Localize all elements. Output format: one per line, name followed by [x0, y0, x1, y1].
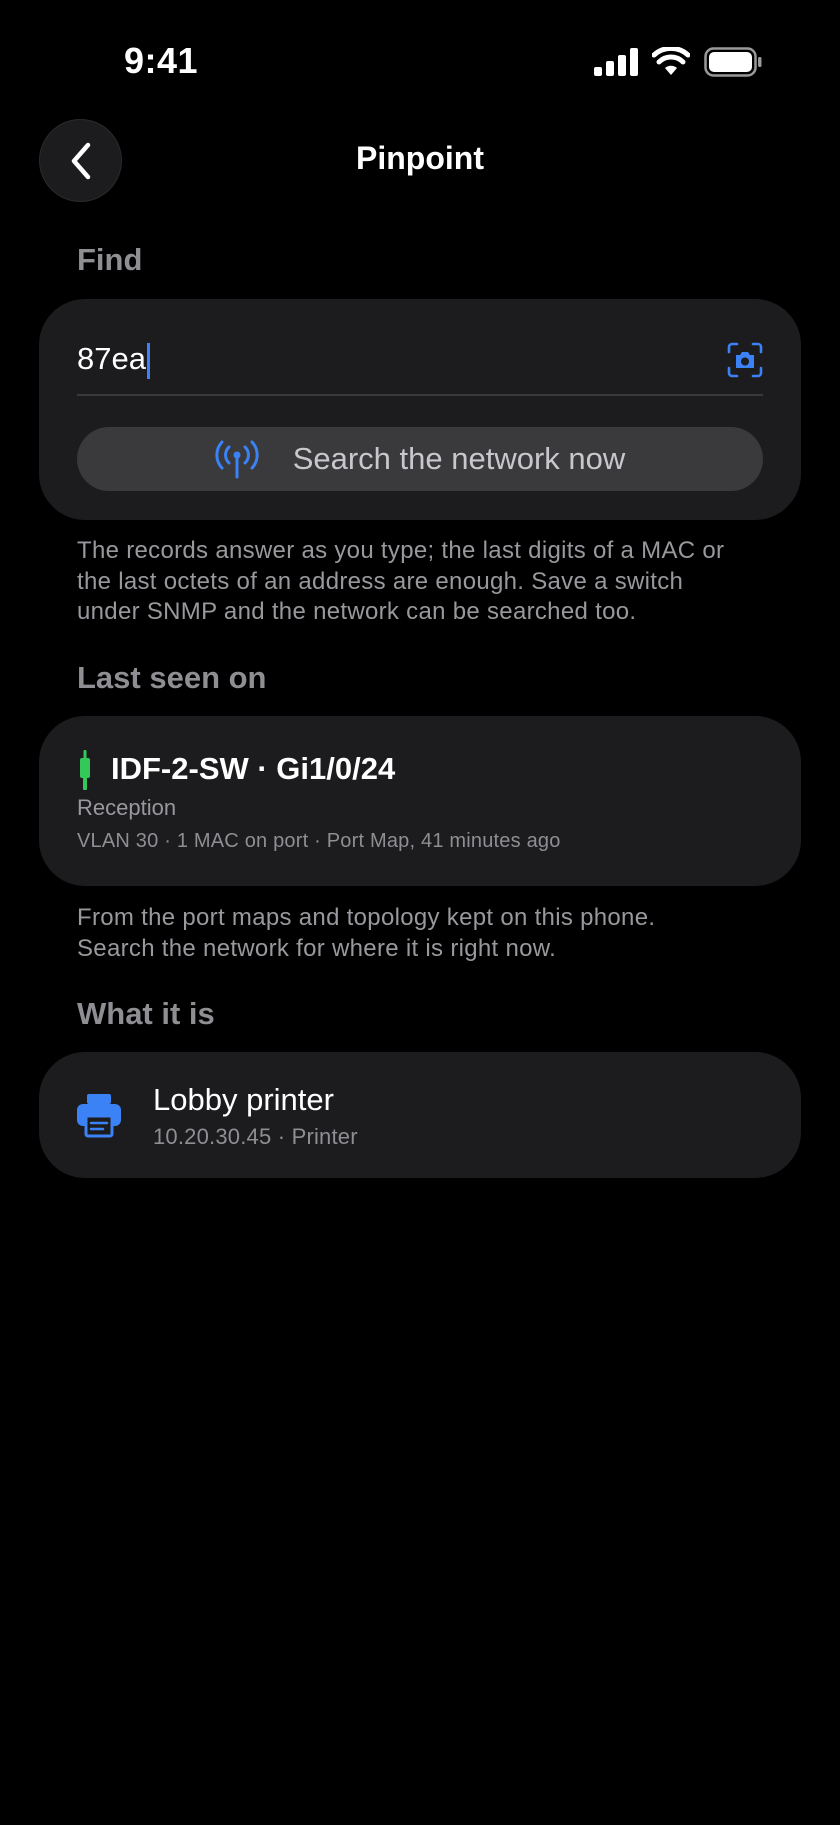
- find-footnote-line: under SNMP and the network can be search…: [77, 598, 637, 625]
- camera-scan-icon[interactable]: [727, 342, 763, 378]
- device-meta: 10.20.30.45 · Printer: [153, 1124, 358, 1149]
- search-input[interactable]: 87ea: [77, 329, 763, 396]
- last-seen-section-header: Last seen on: [77, 660, 267, 695]
- cellular-signal-icon: [594, 48, 638, 76]
- status-bar: 9:41: [0, 0, 840, 120]
- status-icons: [594, 44, 762, 80]
- ethernet-cable-icon: [80, 750, 90, 790]
- battery-icon: [704, 47, 762, 77]
- port-title: IDF-2-SW · Gi1/0/24: [111, 751, 396, 786]
- search-input-value: 87ea: [77, 341, 146, 376]
- pinpoint-screen: 9:41 Pinpoint Find 87ea Search the netwo…: [0, 0, 840, 1825]
- what-it-is-section-header: What it is: [77, 996, 215, 1031]
- text-caret: [147, 343, 150, 379]
- port-location: Reception: [77, 795, 177, 820]
- find-footnote-line: the last octets of an address are enough…: [77, 567, 684, 595]
- device-card[interactable]: Lobby printer 10.20.30.45 · Printer: [39, 1052, 801, 1178]
- port-meta: VLAN 30 · 1 MAC on port · Port Map, 41 m…: [77, 830, 561, 852]
- last-seen-card[interactable]: IDF-2-SW · Gi1/0/24 Reception VLAN 30 · …: [39, 716, 801, 886]
- printer-icon: [77, 1094, 121, 1138]
- search-network-label: Search the network now: [292, 441, 626, 476]
- last-seen-footnote-line: From the port maps and topology kept on …: [77, 904, 656, 931]
- find-footnote-line: The records answer as you type; the last…: [77, 537, 725, 564]
- antenna-icon: [215, 440, 259, 479]
- wifi-icon: [652, 47, 690, 75]
- page-title: Pinpoint: [356, 140, 484, 176]
- find-footnote: The records answer as you type; the last…: [77, 536, 777, 628]
- status-time: 9:41: [124, 40, 199, 81]
- search-network-button[interactable]: Search the network now: [77, 427, 763, 491]
- find-section-header: Find: [77, 242, 143, 277]
- find-card: 87ea Search the network now: [39, 299, 801, 520]
- last-seen-footnote-line: Search the network for where it is right…: [77, 934, 557, 962]
- device-name: Lobby printer: [153, 1082, 334, 1117]
- last-seen-footnote: From the port maps and topology kept on …: [77, 903, 777, 964]
